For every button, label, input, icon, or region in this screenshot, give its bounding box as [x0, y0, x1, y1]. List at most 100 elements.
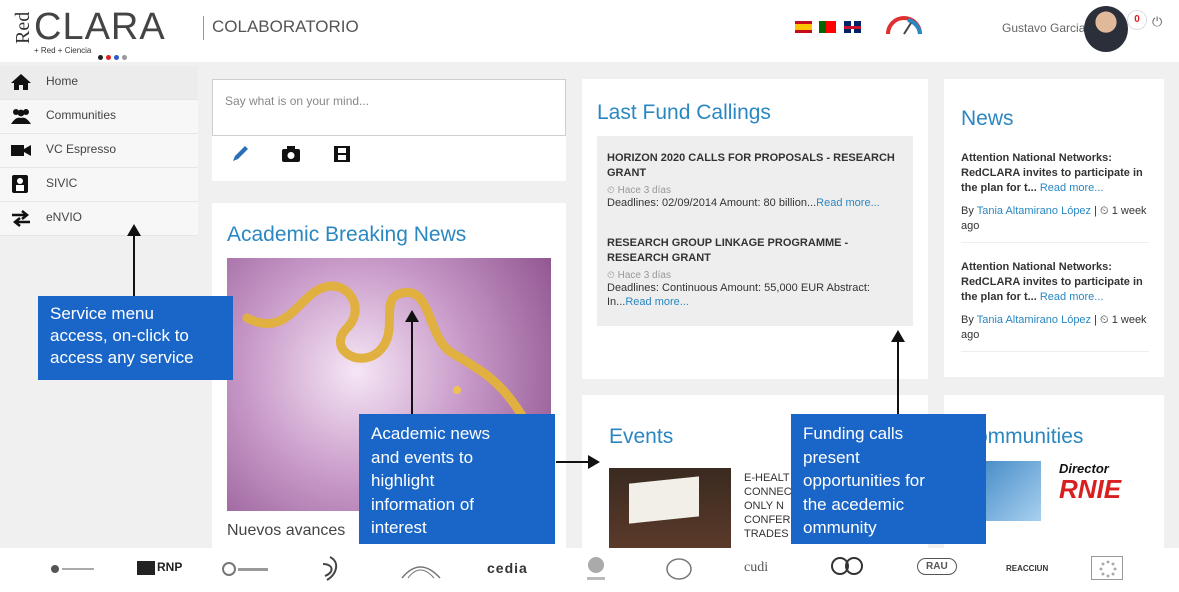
speedometer-icon[interactable] [884, 14, 924, 36]
read-more-link[interactable]: Read more... [1040, 291, 1104, 303]
eu-flag-icon[interactable] [1091, 556, 1123, 580]
sidebar-item-label: eNVIO [46, 210, 83, 224]
academic-news-callout: Academic news and events to highlight in… [359, 414, 555, 544]
transfer-arrows-icon [12, 210, 30, 227]
list-item: Attention National Networks: RedCLARA in… [961, 151, 1149, 243]
film-icon[interactable] [331, 145, 353, 163]
arrow-head-icon [127, 224, 141, 236]
sidebar-item-envio[interactable]: eNVIO [0, 202, 198, 236]
top-bar: Red CLARA + Red + Ciencia COLABORATORIO … [0, 0, 1179, 62]
title-divider [203, 16, 204, 40]
logo-clara-text: CLARA [34, 6, 166, 48]
clock-icon: ⏲ [1100, 314, 1109, 326]
language-flags [795, 20, 864, 38]
sivic-icon [12, 175, 28, 193]
partner-logo-cudi[interactable]: cudi [744, 560, 768, 576]
partner-logo-1[interactable] [50, 564, 96, 574]
communities-title: ommunities [976, 425, 1084, 448]
event-text[interactable]: E-HEALT CONNEC ONLY N CONFER TRADES [744, 471, 792, 541]
fund-list: HORIZON 2020 CALLS FOR PROPOSALS - RESEA… [597, 136, 913, 326]
sidebar-item-vc-espresso[interactable]: VC Espresso [0, 134, 198, 168]
sidebar-item-label: VC Espresso [46, 142, 117, 156]
arrow-head-icon [405, 310, 419, 322]
fund-description: Deadlines: 02/09/2014 Amount: 80 billion… [607, 197, 880, 209]
event-image[interactable] [609, 468, 731, 548]
author-link[interactable]: Tania Altamirano López [977, 205, 1091, 217]
sidebar-item-label: Home [46, 74, 79, 88]
partner-logo-raguna[interactable] [398, 556, 444, 582]
clock-icon: ⏲ [1100, 205, 1109, 217]
fund-title[interactable]: RESEARCH GROUP LINKAGE PROGRAMME - RESEA… [607, 236, 907, 266]
community-image[interactable] [986, 461, 1041, 521]
sidebar-item-communities[interactable]: Communities [0, 100, 198, 134]
service-menu: Home Communities VC Espresso SIVIC eNVIO [0, 66, 198, 236]
annotation-arrow [897, 338, 899, 414]
avatar[interactable] [1084, 6, 1128, 52]
arrow-head-icon [891, 330, 905, 342]
users-icon [11, 109, 31, 124]
home-icon [11, 74, 31, 90]
spain-flag-icon[interactable] [795, 21, 812, 33]
fund-callings-title: Last Fund Callings [597, 101, 771, 124]
partner-logo-reacciun[interactable]: REACCIUN [1006, 564, 1048, 573]
service-menu-callout: Service menu access, on-click to access … [38, 296, 233, 380]
fund-date: ⏲ Hace 3 días [607, 270, 671, 281]
annotation-arrow [556, 461, 590, 463]
community-image[interactable]: Director RNIE [1059, 461, 1123, 521]
read-more-link[interactable]: Read more... [1040, 182, 1104, 194]
post-placeholder: Say what is on your mind... [225, 94, 370, 108]
news-headline[interactable]: Attention National Networks: RedCLARA in… [961, 260, 1149, 305]
partner-logo-raices[interactable] [584, 554, 608, 584]
partner-logo-rau2[interactable]: RAU [917, 558, 957, 575]
fund-description: Deadlines: Continuous Amount: 55,000 EUR… [607, 282, 870, 308]
annotation-arrow [411, 318, 413, 414]
partner-logo-rau[interactable] [666, 558, 692, 580]
logo-dots [98, 47, 130, 65]
fund-date: ⏲ Hace 3 días [607, 185, 671, 196]
news-headline[interactable]: Attention National Networks: RedCLARA in… [961, 151, 1149, 196]
partner-footer: RNP cedia cudi RAU REACCIUN [0, 548, 1179, 592]
uk-flag-icon[interactable] [843, 21, 861, 33]
author-link[interactable]: Tania Altamirano López [977, 314, 1091, 326]
partner-logo-rnp[interactable]: RNP [137, 560, 182, 575]
post-input[interactable]: Say what is on your mind... [212, 79, 566, 136]
news-byline: By Tania Altamirano López | ⏲ 1 week ago [961, 205, 1147, 232]
fund-title[interactable]: HORIZON 2020 CALLS FOR PROPOSALS - RESEA… [607, 151, 907, 181]
news-title: News [961, 107, 1014, 130]
annotation-arrow [133, 232, 135, 296]
sidebar-item-label: SIVIC [46, 176, 78, 190]
post-tools [230, 145, 353, 168]
logo-tagline: + Red + Ciencia [34, 46, 92, 55]
partner-logo-reacyt[interactable] [830, 554, 866, 582]
list-item: Attention National Networks: RedCLARA in… [961, 260, 1149, 352]
camera-icon[interactable] [280, 145, 302, 163]
read-more-link[interactable]: Read more... [625, 296, 689, 308]
power-icon[interactable]: ⏻ [1152, 14, 1162, 30]
arrow-head-icon [588, 455, 600, 469]
notification-badge[interactable]: 0 [1127, 10, 1147, 30]
sidebar-item-label: Communities [46, 108, 117, 122]
events-title: Events [609, 425, 674, 448]
app-title: COLABORATORIO [212, 17, 359, 36]
logo-red-text: Red [12, 11, 34, 44]
pencil-icon[interactable] [230, 145, 252, 163]
fund-callings-card: Last Fund Callings HORIZON 2020 CALLS FO… [582, 79, 928, 379]
redclara-logo[interactable]: Red CLARA + Red + Ciencia [12, 6, 165, 60]
read-more-link[interactable]: Read more... [816, 197, 880, 209]
post-composer: Say what is on your mind... [212, 79, 566, 181]
list-item: HORIZON 2020 CALLS FOR PROPOSALS - RESEA… [607, 151, 907, 210]
funding-calls-callout: Funding calls present opportunities for … [791, 414, 986, 544]
partner-logo-renata[interactable] [222, 562, 270, 576]
news-caption[interactable]: Nuevos avances [227, 522, 345, 540]
sidebar-item-home[interactable]: Home [0, 66, 198, 100]
sidebar-item-sivic[interactable]: SIVIC [0, 168, 198, 202]
partner-logo-iconare[interactable] [315, 554, 345, 584]
video-camera-icon [11, 145, 31, 156]
user-name[interactable]: Gustavo Garcia [1002, 21, 1085, 35]
portugal-flag-icon[interactable] [819, 21, 837, 33]
news-card: News Attention National Networks: RedCLA… [944, 79, 1164, 377]
news-byline: By Tania Altamirano López | ⏲ 1 week ago [961, 314, 1147, 341]
partner-logo-cedia[interactable]: cedia [487, 560, 528, 576]
academic-news-title: Academic Breaking News [227, 223, 467, 246]
list-item: RESEARCH GROUP LINKAGE PROGRAMME - RESEA… [607, 236, 907, 309]
